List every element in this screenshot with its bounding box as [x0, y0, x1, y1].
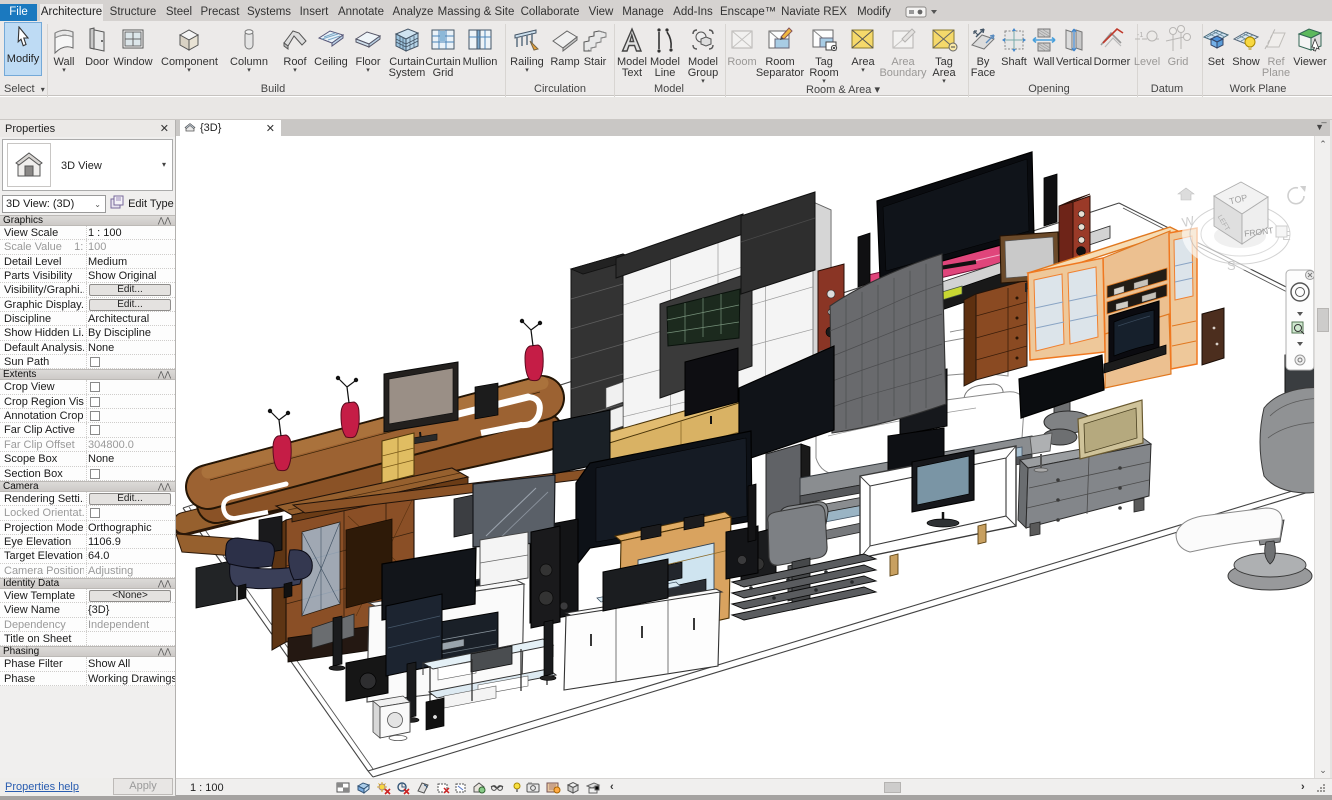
- svg-text:S: S: [1227, 258, 1236, 273]
- svg-text:-1: -1: [1137, 32, 1143, 39]
